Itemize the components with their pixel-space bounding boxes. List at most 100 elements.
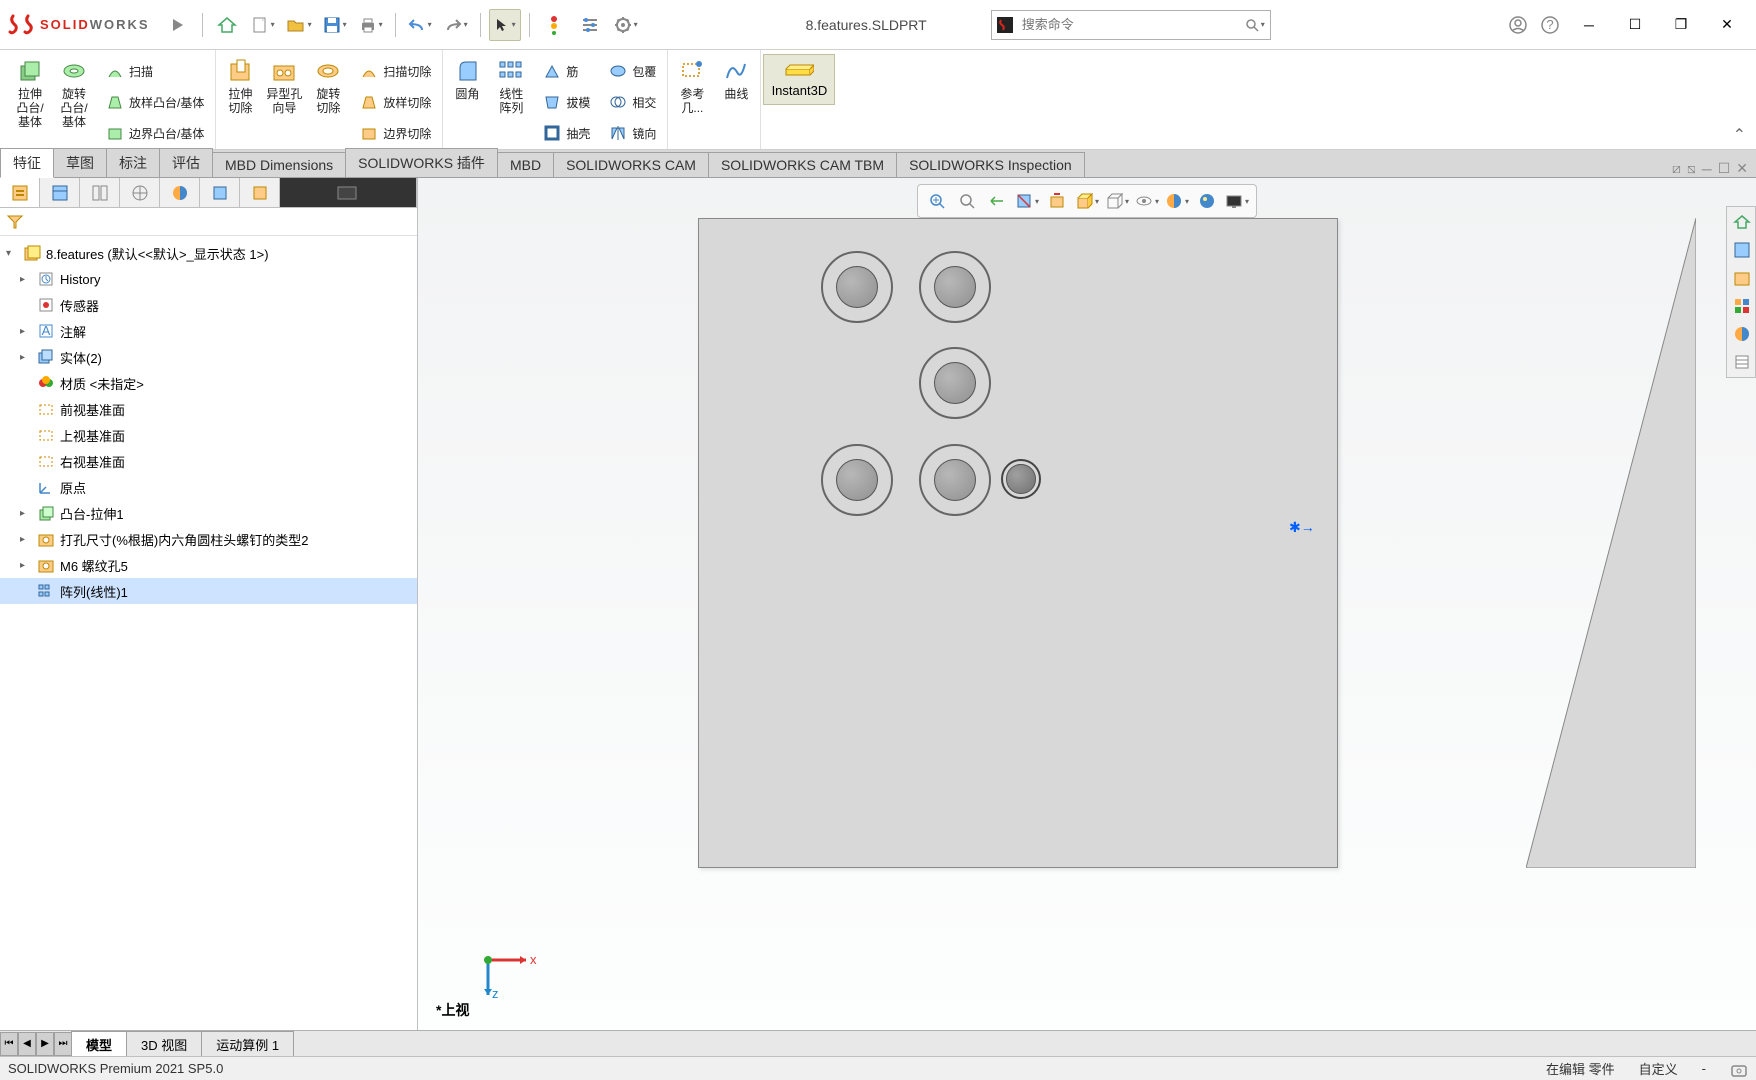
- collapse-ribbon-icon[interactable]: ⌃: [1733, 125, 1746, 145]
- render-icon[interactable]: [1224, 188, 1250, 214]
- tab-mbd[interactable]: MBD: [497, 152, 554, 177]
- motion-tab[interactable]: 运动算例 1: [201, 1031, 294, 1057]
- threaded-hole-feature[interactable]: [1001, 459, 1041, 499]
- hole-feature[interactable]: [919, 251, 991, 323]
- doc-close-icon[interactable]: ✕: [1736, 160, 1748, 177]
- tree-item[interactable]: ▸打孔尺寸(%根据)内六角圆柱头螺钉的类型2: [0, 526, 417, 552]
- settings-icon[interactable]: [610, 9, 642, 41]
- last-tab-icon[interactable]: ⏭: [54, 1032, 72, 1056]
- first-tab-icon[interactable]: ⏮: [0, 1032, 18, 1056]
- cam-ops-tab[interactable]: [240, 178, 280, 207]
- rib-button[interactable]: 筋: [535, 56, 597, 86]
- expand-icon[interactable]: ▸: [20, 274, 32, 285]
- revolve-cut-button[interactable]: 旋转 切除: [306, 54, 350, 118]
- play-icon[interactable]: [162, 9, 194, 41]
- view-orientation-icon[interactable]: [1074, 188, 1100, 214]
- search-icon[interactable]: [1240, 18, 1270, 32]
- hole-feature[interactable]: [919, 347, 991, 419]
- linear-pattern-button[interactable]: 线性 阵列: [489, 54, 533, 118]
- tab-cam[interactable]: SOLIDWORKS CAM: [553, 152, 709, 177]
- status-gear-icon[interactable]: [1730, 1060, 1748, 1078]
- tree-item[interactable]: 右视基准面: [0, 448, 417, 474]
- tree-item[interactable]: 前视基准面: [0, 396, 417, 422]
- appearance-icon[interactable]: [1164, 188, 1190, 214]
- loft-button[interactable]: 放样凸台/基体: [98, 87, 211, 117]
- property-manager-tab[interactable]: [40, 178, 80, 207]
- traffic-light-icon[interactable]: [538, 9, 570, 41]
- display-style-icon[interactable]: [1104, 188, 1130, 214]
- library-pane-icon[interactable]: [1729, 265, 1755, 291]
- zoom-area-icon[interactable]: [954, 188, 980, 214]
- hole-feature[interactable]: [919, 444, 991, 516]
- new-file-icon[interactable]: [247, 9, 279, 41]
- cam-tree-tab[interactable]: [200, 178, 240, 207]
- tree-item[interactable]: ▸History: [0, 266, 417, 292]
- boundary-button[interactable]: 边界凸台/基体: [98, 118, 211, 148]
- user-icon[interactable]: [1502, 9, 1534, 41]
- next-tab-icon[interactable]: ▶: [36, 1032, 54, 1056]
- close-button[interactable]: ✕: [1704, 9, 1750, 41]
- overflow-tab[interactable]: [280, 178, 417, 207]
- help-icon[interactable]: ?: [1534, 9, 1566, 41]
- part-body[interactable]: ✱→: [698, 218, 1338, 868]
- tree-root[interactable]: ▾8.features (默认<<默认>_显示状态 1>): [0, 240, 417, 266]
- tab-evaluate[interactable]: 评估: [159, 148, 213, 177]
- intersect-button[interactable]: 相交: [601, 87, 663, 117]
- doc-maximize-icon[interactable]: ☐: [1718, 160, 1731, 177]
- minimize-button[interactable]: ─: [1566, 9, 1612, 41]
- doc-minimize-icon[interactable]: ─: [1702, 161, 1712, 177]
- expand-icon[interactable]: ▸: [20, 326, 32, 337]
- tree-item[interactable]: ▸凸台-拉伸1: [0, 500, 417, 526]
- resources-pane-icon[interactable]: [1729, 237, 1755, 263]
- shell-button[interactable]: 抽壳: [535, 118, 597, 148]
- undo-icon[interactable]: [404, 9, 436, 41]
- instant3d-button[interactable]: Instant3D: [763, 54, 835, 105]
- display-manager-tab[interactable]: [160, 178, 200, 207]
- select-icon[interactable]: [489, 9, 521, 41]
- expand-icon[interactable]: ▸: [20, 352, 32, 363]
- extrude-boss-button[interactable]: 拉伸 凸台/ 基体: [8, 54, 52, 132]
- ref-geometry-button[interactable]: 参考 几...: [670, 54, 714, 118]
- view-palette-icon[interactable]: [1729, 293, 1755, 319]
- boundary-cut-button[interactable]: 边界切除: [352, 118, 438, 148]
- expand-icon[interactable]: ▸: [20, 508, 32, 519]
- tab-annotate[interactable]: 标注: [106, 148, 160, 177]
- 3dview-tab[interactable]: 3D 视图: [126, 1031, 202, 1057]
- draft-button[interactable]: 拔模: [535, 87, 597, 117]
- options-icon[interactable]: [574, 9, 606, 41]
- config-manager-tab[interactable]: [80, 178, 120, 207]
- restore-button[interactable]: ❐: [1658, 9, 1704, 41]
- extrude-cut-button[interactable]: 拉伸 切除: [218, 54, 262, 118]
- tab-sketch[interactable]: 草图: [53, 148, 107, 177]
- section-view-icon[interactable]: [1014, 188, 1040, 214]
- sweep-button[interactable]: 扫描: [98, 56, 211, 86]
- tab-addins[interactable]: SOLIDWORKS 插件: [345, 148, 498, 177]
- scene-icon[interactable]: [1194, 188, 1220, 214]
- tree-item[interactable]: ▸A注解: [0, 318, 417, 344]
- curves-button[interactable]: 曲线: [714, 54, 758, 104]
- mirror-button[interactable]: 镜向: [601, 118, 663, 148]
- tree-item[interactable]: ▸M6 螺纹孔5: [0, 552, 417, 578]
- print-icon[interactable]: [355, 9, 387, 41]
- tab-features[interactable]: 特征: [0, 148, 54, 178]
- model-tab[interactable]: 模型: [71, 1031, 127, 1057]
- search-input[interactable]: [1018, 15, 1240, 34]
- expand-icon[interactable]: ▾: [6, 248, 18, 259]
- feature-tree-tab[interactable]: [0, 178, 40, 207]
- tree-item[interactable]: ▸实体(2): [0, 344, 417, 370]
- maximize-button[interactable]: ☐: [1612, 9, 1658, 41]
- expand-icon[interactable]: ▸: [20, 534, 32, 545]
- tree-item[interactable]: 材质 <未指定>: [0, 370, 417, 396]
- prev-view-icon[interactable]: [984, 188, 1010, 214]
- hide-show-icon[interactable]: [1134, 188, 1160, 214]
- dynamic-view-icon[interactable]: [1044, 188, 1070, 214]
- home-pane-icon[interactable]: [1729, 209, 1755, 235]
- sweep-cut-button[interactable]: 扫描切除: [352, 56, 438, 86]
- properties-pane-icon[interactable]: [1729, 349, 1755, 375]
- second-body[interactable]: [1526, 218, 1696, 868]
- graphics-viewport[interactable]: ✱→ x z *上视: [418, 178, 1756, 1030]
- tree-item[interactable]: 传感器: [0, 292, 417, 318]
- search-box[interactable]: [991, 10, 1271, 40]
- hole-feature[interactable]: [821, 251, 893, 323]
- loft-cut-button[interactable]: 放样切除: [352, 87, 438, 117]
